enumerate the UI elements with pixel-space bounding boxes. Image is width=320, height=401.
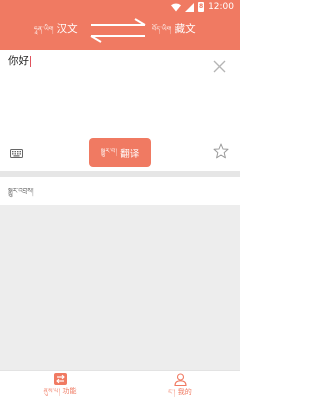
battery-level: 8 bbox=[198, 3, 204, 10]
nav-function-label: ནུས་པ། 功能 bbox=[44, 387, 77, 396]
source-text-input[interactable]: 你好 bbox=[8, 54, 31, 68]
app-header: 8 12:00 ཧཱན་ཡིག 汉文 བོད་ཡིག 藏文 bbox=[0, 0, 240, 50]
status-bar: 8 12:00 bbox=[0, 0, 240, 14]
status-time: 12:00 bbox=[208, 2, 234, 12]
signal-icon bbox=[185, 2, 195, 12]
output-label: སྒྱུར་འབྲས། bbox=[8, 187, 34, 195]
target-language-selector[interactable]: བོད་ཡིག 藏文 bbox=[152, 22, 196, 36]
swap-arrows-icon[interactable] bbox=[85, 16, 151, 46]
wifi-icon bbox=[171, 3, 182, 11]
bottom-navigation: ནུས་པ། 功能 ང་། 我的 bbox=[0, 370, 240, 401]
source-language-script: ཧཱན་ཡིག bbox=[34, 25, 54, 33]
status-icons: 8 12:00 bbox=[171, 1, 234, 13]
battery-icon: 8 bbox=[198, 2, 205, 12]
text-caret bbox=[30, 55, 31, 67]
nav-function-text: 功能 bbox=[62, 387, 77, 395]
person-icon bbox=[173, 373, 187, 386]
nav-mine-script: ང་། bbox=[168, 388, 176, 396]
input-area[interactable]: 你好 སྒྱུར་བ། 翻译 bbox=[0, 50, 240, 171]
nav-mine-label: ང་། 我的 bbox=[168, 388, 191, 397]
keyboard-icon[interactable] bbox=[10, 149, 23, 158]
star-icon[interactable] bbox=[213, 143, 229, 159]
close-icon[interactable] bbox=[213, 60, 226, 73]
translate-button-script: སྒྱུར་བ། bbox=[100, 147, 118, 155]
swap-box-icon bbox=[53, 373, 67, 385]
language-selector-row: ཧཱན་ཡིག 汉文 བོད་ཡིག 藏文 bbox=[0, 16, 240, 46]
target-language-script: བོད་ཡིག bbox=[152, 25, 172, 33]
nav-mine-text: 我的 bbox=[177, 388, 192, 396]
nav-item-function[interactable]: ནུས་པ། 功能 bbox=[0, 373, 120, 399]
target-language-label: 藏文 bbox=[174, 23, 196, 35]
nav-function-script: ནུས་པ། bbox=[43, 387, 61, 395]
output-area: སྒྱུར་འབྲས། bbox=[0, 177, 240, 205]
translation-result-area bbox=[0, 205, 240, 370]
translate-button-label: 翻译 bbox=[120, 148, 140, 160]
translate-button[interactable]: སྒྱུར་བ། 翻译 bbox=[89, 138, 151, 167]
source-text-value: 你好 bbox=[8, 55, 29, 67]
source-language-selector[interactable]: ཧཱན་ཡིག 汉文 bbox=[34, 22, 78, 36]
source-language-label: 汉文 bbox=[56, 23, 78, 35]
nav-item-mine[interactable]: ང་། 我的 bbox=[120, 373, 240, 399]
